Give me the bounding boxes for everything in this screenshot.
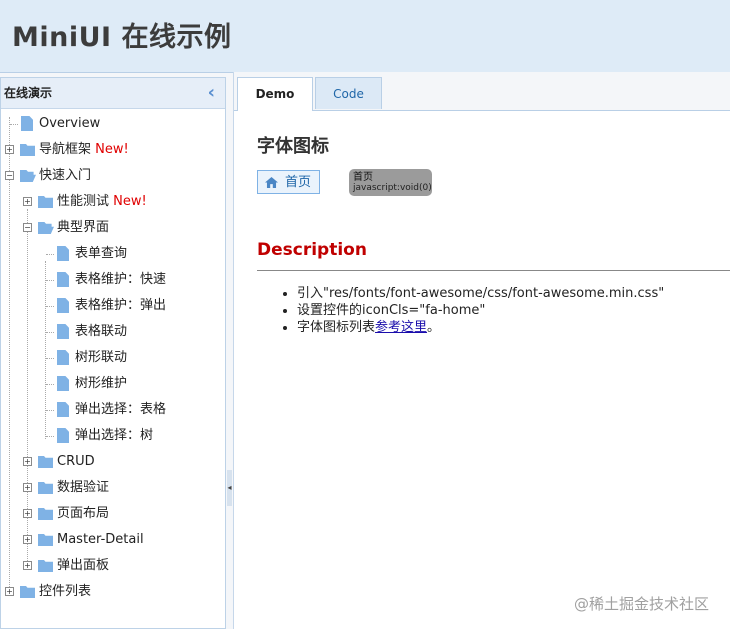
folder-icon [38,196,53,208]
file-icon [57,298,69,313]
list-item-text: 引入"res/fonts/font-awesome/css/font-aweso… [297,286,665,301]
tree-line [45,261,46,439]
description-list: 引入"res/fonts/font-awesome/css/font-aweso… [279,285,664,336]
tree-item-label: 表格联动 [75,324,128,339]
sidebar-header: 在线演示 ‹ [1,78,225,109]
main-panel: Demo Code 字体图标 首页 首页 javascript:void(0) … [233,72,730,629]
sidebar: 在线演示 ‹ Overview + 导航框架 New! − 快速入门 + 性能测… [0,77,226,629]
splitter-handle[interactable]: ◂ [227,470,232,506]
tree-item-label: 表单查询 [75,246,128,261]
tree-item-label: 树形联动 [75,350,128,365]
collapse-minus-icon[interactable]: − [5,171,14,180]
folder-icon [20,586,35,598]
divider [257,270,730,271]
new-badge: New! [95,142,129,157]
tree-line [46,436,54,437]
expand-plus-icon[interactable]: + [5,145,14,154]
home-button[interactable]: 首页 [257,170,320,194]
tree-item-label: Master-Detail [57,532,144,547]
tree-item-label: 表格维护：弹出 [75,298,167,313]
description-title: Description [257,240,367,260]
home-icon [265,177,278,188]
file-icon [57,402,69,417]
tree-line [46,254,54,255]
tooltip-subtitle: javascript:void(0) [353,183,432,193]
tree-item-label: 快速入门 [39,168,92,183]
watermark: @稀土掘金技术社区 [574,595,710,613]
tree-item-label: Overview [39,116,101,131]
expand-plus-icon[interactable]: + [23,197,32,206]
collapse-chevron-icon[interactable]: ‹ [208,78,215,108]
file-icon [21,116,33,131]
sidebar-title: 在线演示 [4,86,53,100]
tree-line [46,384,54,385]
reference-link[interactable]: 参考这里 [375,320,427,335]
tree-line [9,117,10,591]
tree-item-label: 典型界面 [57,220,110,235]
tree-item-label: 页面布局 [57,506,110,521]
expand-plus-icon[interactable]: + [23,483,32,492]
folder-icon [38,534,53,546]
list-item: 字体图标列表参考这里。 [297,319,664,336]
file-icon [57,324,69,339]
tree-item-label: 弹出选择：表格 [75,402,167,417]
file-icon [57,428,69,443]
expand-plus-icon[interactable]: + [5,587,14,596]
tree-item-label: CRUD [57,454,95,469]
home-button-label: 首页 [285,175,312,190]
tree-line [46,306,54,307]
tab-bar: Demo Code [234,72,730,111]
folder-icon [38,456,53,468]
new-badge: New! [113,194,147,209]
tree-line [46,280,54,281]
folder-icon [38,482,53,494]
tree-item-label: 弹出面板 [57,558,110,573]
tab-demo[interactable]: Demo [237,77,313,111]
folder-open-icon [38,222,54,234]
tooltip: 首页 javascript:void(0) [349,169,432,196]
list-item: 引入"res/fonts/font-awesome/css/font-aweso… [297,285,664,302]
tree-line [10,124,18,125]
expand-plus-icon[interactable]: + [23,509,32,518]
tree-item-label: 控件列表 [39,584,92,599]
collapse-minus-icon[interactable]: − [23,223,32,232]
file-icon [57,246,69,261]
tree-item-label: 树形维护 [75,376,128,391]
tree-item-label: 表格维护：快速 [75,272,167,287]
tree-item-label: 数据验证 [57,480,110,495]
section-title: 字体图标 [257,136,329,157]
tooltip-title: 首页 [353,172,373,183]
tree-item-label: 性能测试 [57,194,110,209]
file-icon [57,350,69,365]
file-icon [57,376,69,391]
expand-plus-icon[interactable]: + [23,457,32,466]
tab-code[interactable]: Code [315,77,382,109]
expand-plus-icon[interactable]: + [23,535,32,544]
list-item-text: 字体图标列表 [297,320,376,335]
list-item: 设置控件的iconCls="fa-home" [297,302,664,319]
tree-line [46,332,54,333]
tree-item-label: 弹出选择：树 [75,428,154,443]
expand-plus-icon[interactable]: + [23,561,32,570]
tree-item-label: 导航框架 [39,142,92,157]
folder-icon [20,144,35,156]
folder-icon [38,508,53,520]
tree-line [46,410,54,411]
list-item-text: 。 [427,320,441,335]
tree-line [46,358,54,359]
folder-icon [38,560,53,572]
app-header: MiniUI 在线示例 [0,0,730,73]
list-item-text: 设置控件的iconCls="fa-home" [297,303,486,318]
folder-open-icon [20,170,36,182]
file-icon [57,272,69,287]
app-title: MiniUI 在线示例 [12,22,232,53]
